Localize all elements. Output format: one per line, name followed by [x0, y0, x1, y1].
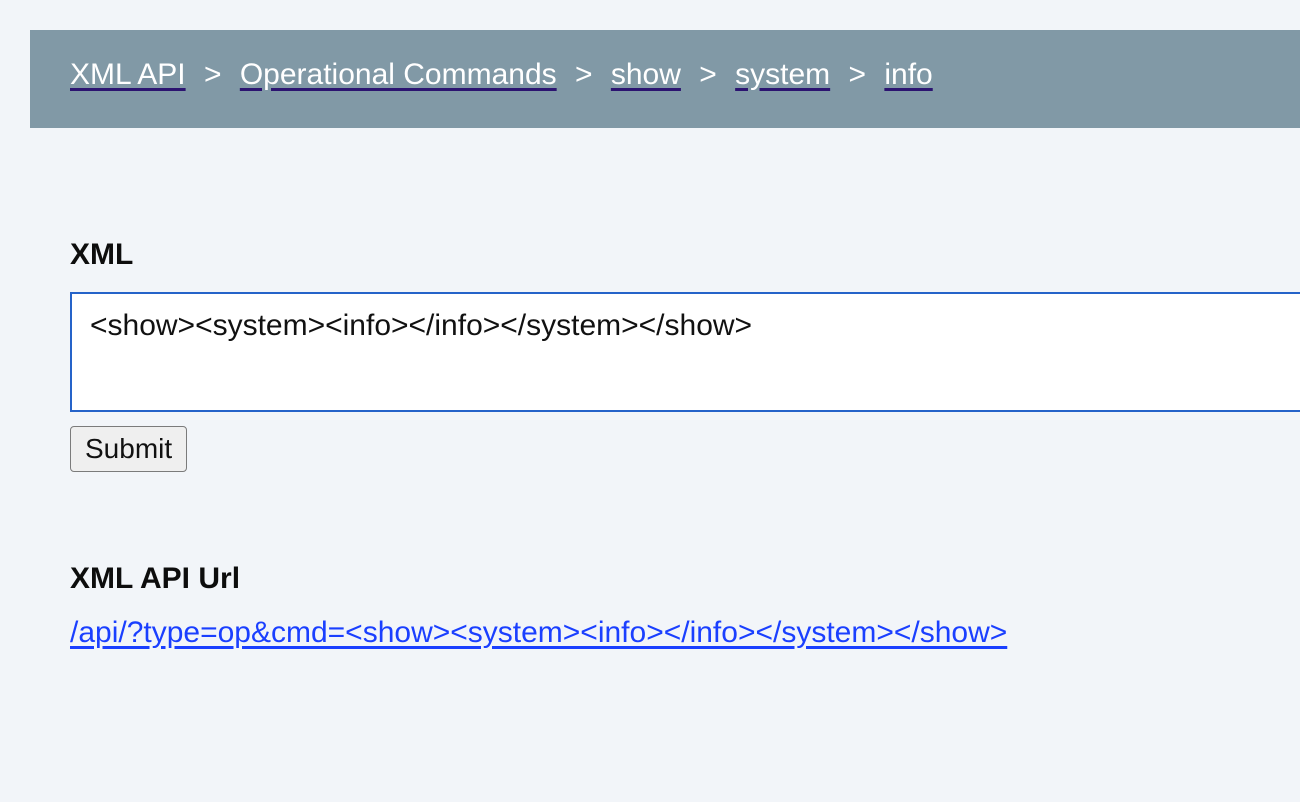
breadcrumb-separator: > — [194, 58, 232, 91]
submit-button[interactable]: Submit — [70, 426, 187, 472]
breadcrumb-separator: > — [689, 58, 727, 91]
breadcrumb-operational-commands[interactable]: Operational Commands — [240, 58, 557, 91]
breadcrumb-xml-api[interactable]: XML API — [70, 58, 186, 91]
xml-section: XML Submit — [70, 238, 1300, 472]
breadcrumb-show[interactable]: show — [611, 58, 681, 91]
breadcrumb-separator: > — [839, 58, 877, 91]
breadcrumb: XML API > Operational Commands > show > … — [30, 30, 1300, 128]
xml-api-url-heading: XML API Url — [70, 562, 1300, 596]
breadcrumb-separator: > — [565, 58, 603, 91]
breadcrumb-info[interactable]: info — [884, 58, 932, 91]
xml-input[interactable] — [70, 292, 1300, 412]
xml-api-url-link[interactable]: /api/?type=op&cmd=<show><system><info></… — [70, 616, 1007, 649]
xml-heading: XML — [70, 238, 1300, 272]
breadcrumb-system[interactable]: system — [735, 58, 830, 91]
xml-api-url-section: XML API Url /api/?type=op&cmd=<show><sys… — [70, 562, 1300, 650]
